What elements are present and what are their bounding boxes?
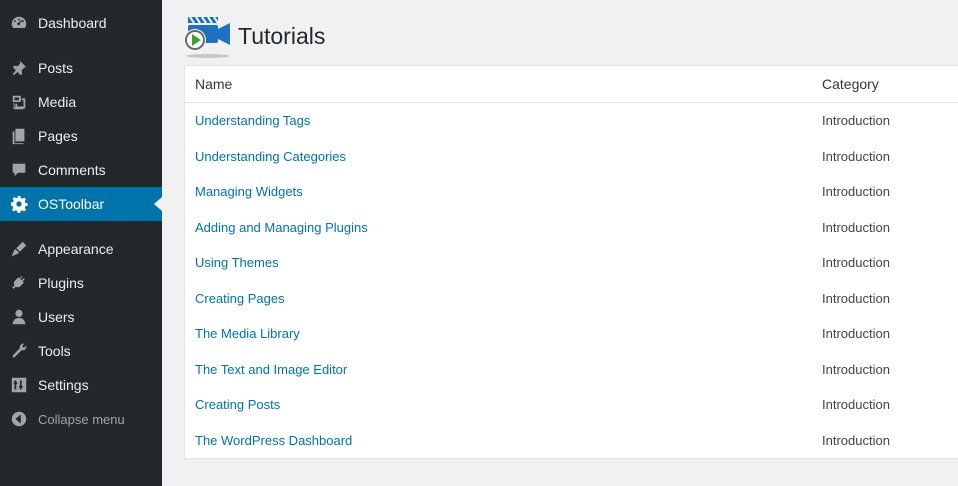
table-header: Name Category xyxy=(185,66,958,103)
sidebar-item-ostoolbar[interactable]: OSToolbar xyxy=(0,187,162,221)
user-icon xyxy=(9,307,29,327)
sidebar-item-settings[interactable]: Settings xyxy=(0,368,162,402)
tutorial-link[interactable]: The Media Library xyxy=(195,326,300,341)
tutorial-link[interactable]: Adding and Managing Plugins xyxy=(195,220,368,235)
pages-icon xyxy=(9,126,29,146)
tutorial-link[interactable]: Using Themes xyxy=(195,255,279,270)
tutorial-link[interactable]: The WordPress Dashboard xyxy=(195,433,352,448)
tutorial-category: Introduction xyxy=(822,397,890,412)
table-row: Creating Posts Introduction xyxy=(185,387,958,422)
wrench-icon xyxy=(9,341,29,361)
sidebar-item-label: Settings xyxy=(38,377,89,393)
sidebar-item-media[interactable]: Media xyxy=(0,85,162,119)
sidebar-item-label: Pages xyxy=(38,128,78,144)
tutorial-link[interactable]: Managing Widgets xyxy=(195,184,303,199)
tutorial-category: Introduction xyxy=(822,433,890,448)
sidebar-item-label: Posts xyxy=(38,60,74,76)
collapse-arrow-icon xyxy=(9,409,29,429)
tutorial-category: Introduction xyxy=(822,326,890,341)
sidebar-item-posts[interactable]: Posts xyxy=(0,51,162,85)
tutorial-link[interactable]: Understanding Categories xyxy=(195,149,346,164)
tutorial-category: Introduction xyxy=(822,113,890,128)
sidebar-item-label: Comments xyxy=(38,162,106,178)
tutorial-category: Introduction xyxy=(822,362,890,377)
gear-icon xyxy=(9,194,29,214)
settings-icon xyxy=(9,375,29,395)
table-row: The Media Library Introduction xyxy=(185,316,958,351)
sidebar-item-label: Tools xyxy=(38,343,71,359)
column-header-name: Name xyxy=(195,76,233,92)
tutorial-category: Introduction xyxy=(822,291,890,306)
sidebar-item-label: Appearance xyxy=(38,241,114,257)
sidebar-item-pages[interactable]: Pages xyxy=(0,119,162,153)
pushpin-icon xyxy=(9,58,29,78)
table-row: Understanding Tags Introduction xyxy=(185,103,958,138)
table-row: Adding and Managing Plugins Introduction xyxy=(185,210,958,245)
page-header: Tutorials xyxy=(182,12,325,60)
tutorial-link[interactable]: The Text and Image Editor xyxy=(195,362,347,377)
sidebar-item-comments[interactable]: Comments xyxy=(0,153,162,187)
plugin-icon xyxy=(9,273,29,293)
tutorial-category: Introduction xyxy=(822,184,890,199)
sidebar-item-label: Media xyxy=(38,94,77,110)
table-row: The Text and Image Editor Introduction xyxy=(185,352,958,387)
admin-sidebar: Dashboard Posts Media Pages Comments OST… xyxy=(0,0,162,486)
tutorial-link[interactable]: Creating Posts xyxy=(195,397,280,412)
sidebar-item-appearance[interactable]: Appearance xyxy=(0,232,162,266)
media-icon xyxy=(9,92,29,112)
page-title: Tutorials xyxy=(238,22,326,49)
comment-icon xyxy=(9,160,29,180)
tutorial-link[interactable]: Creating Pages xyxy=(195,291,285,306)
sidebar-item-dashboard[interactable]: Dashboard xyxy=(0,6,162,40)
table-row: Creating Pages Introduction xyxy=(185,281,958,316)
sidebar-item-label: Plugins xyxy=(38,275,84,291)
collapse-menu-label: Collapse menu xyxy=(38,411,125,427)
tutorials-table: Name Category Understanding Tags Introdu… xyxy=(184,65,958,459)
table-row: Understanding Categories Introduction xyxy=(185,139,958,174)
sidebar-item-plugins[interactable]: Plugins xyxy=(0,266,162,300)
sidebar-item-users[interactable]: Users xyxy=(0,300,162,334)
sidebar-item-tools[interactable]: Tools xyxy=(0,334,162,368)
table-row: Using Themes Introduction xyxy=(185,245,958,280)
sidebar-item-label: Users xyxy=(38,309,75,325)
tutorial-category: Introduction xyxy=(822,149,890,164)
dashboard-icon xyxy=(9,13,29,33)
paintbrush-icon xyxy=(9,239,29,259)
collapse-menu-button[interactable]: Collapse menu xyxy=(0,402,162,436)
table-row: Managing Widgets Introduction xyxy=(185,174,958,209)
sidebar-item-label: OSToolbar xyxy=(38,196,105,212)
tutorial-link[interactable]: Understanding Tags xyxy=(195,113,310,128)
table-row: The WordPress Dashboard Introduction xyxy=(185,423,958,458)
tutorial-category: Introduction xyxy=(822,255,890,270)
video-tutorial-icon xyxy=(182,13,234,59)
main-content: Tutorials Name Category Understanding Ta… xyxy=(162,0,958,486)
sidebar-item-label: Dashboard xyxy=(38,15,107,31)
tutorial-category: Introduction xyxy=(822,220,890,235)
column-header-category: Category xyxy=(822,76,879,92)
